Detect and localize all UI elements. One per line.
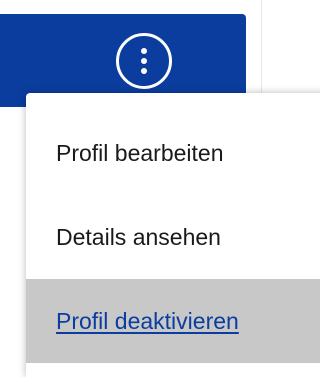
kebab-dot <box>141 48 147 54</box>
kebab-dot <box>141 68 147 74</box>
screen: Profil bearbeiten Details ansehen Profil… <box>0 0 320 377</box>
more-options-button[interactable] <box>116 33 172 89</box>
menu-item-deactivate-profile[interactable]: Profil deaktivieren <box>26 279 320 363</box>
options-dropdown-menu: Profil bearbeiten Details ansehen Profil… <box>26 93 320 377</box>
kebab-dot <box>141 58 147 64</box>
menu-item-label: Profil bearbeiten <box>56 139 224 166</box>
menu-item-label: Profil deaktivieren <box>56 307 239 334</box>
menu-item-edit-profile[interactable]: Profil bearbeiten <box>26 111 320 195</box>
menu-item-view-details[interactable]: Details ansehen <box>26 195 320 279</box>
menu-item-label: Details ansehen <box>56 223 221 250</box>
kebab-vertical-icon <box>141 48 147 74</box>
